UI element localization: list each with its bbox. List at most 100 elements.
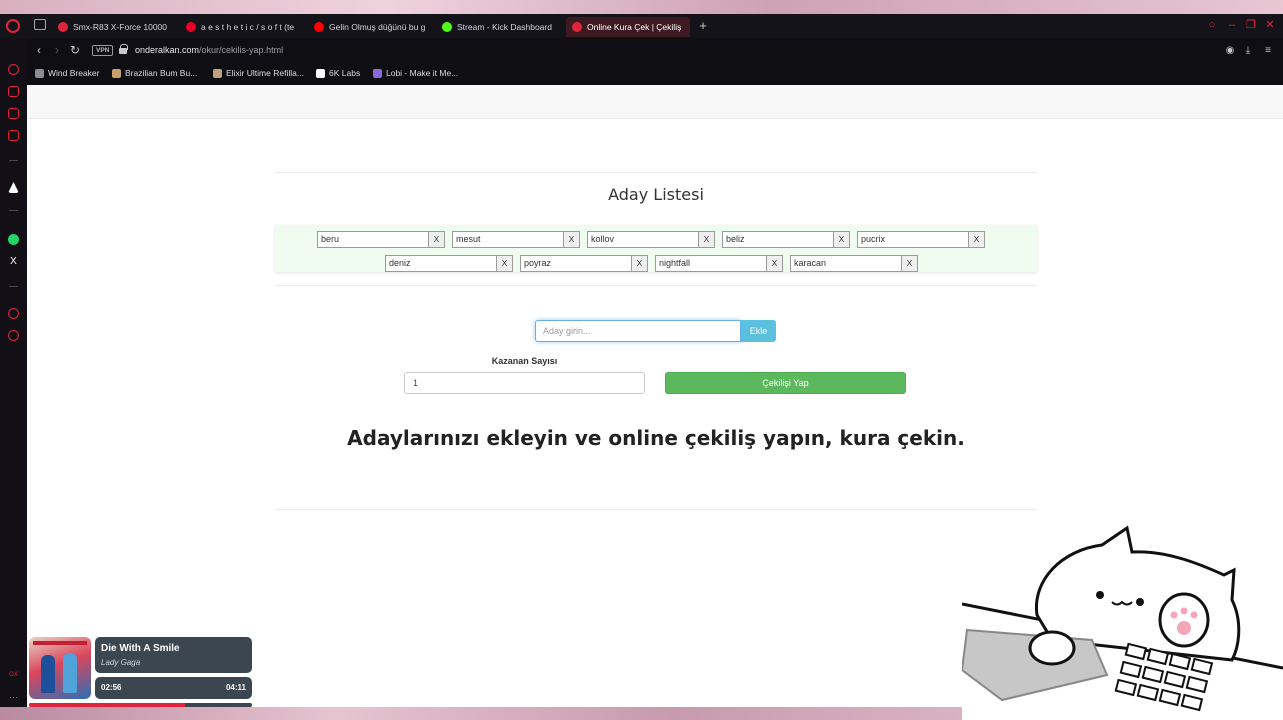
address-bar: ‹ › ↻ VPN onderalkan.com/okur/cekilis-ya… [27,38,1283,64]
candidate-name[interactable]: mesut [452,231,564,248]
candidate-name[interactable]: poyraz [520,255,632,272]
album-cover-figure [63,653,77,693]
bookmark-favicon-icon [35,68,44,78]
whatsapp-icon[interactable] [8,234,19,245]
forward-icon[interactable]: › [49,42,65,58]
candidate-chip: karacan X [790,255,918,272]
tab-kick-dashboard[interactable]: Stream - Kick Dashboard [436,17,560,37]
tab-online-kura-cek[interactable]: Online Kura Çek | Çekiliş [566,17,690,37]
browser-tab-bar: Smx-R83 X-Force 10000 a e s t h e t i c … [0,14,1283,38]
pinterest-icon [186,22,196,32]
candidate-name-input[interactable]: Aday girin... [535,320,741,342]
now-playing-time: 02:56 04:11 [95,677,252,699]
remove-candidate-button[interactable]: X [497,255,513,272]
song-artist: Lady Gaga [101,658,141,667]
messenger-icon[interactable] [8,108,19,119]
candidate-chip: kollov X [587,231,715,248]
search-tabs-icon[interactable]: ○ [1204,17,1220,33]
download-icon[interactable]: ⤓ [1241,44,1255,58]
candidate-name[interactable]: nightfall [655,255,767,272]
close-icon[interactable]: ✕ [1262,17,1278,33]
x-twitter-icon[interactable]: X [8,256,19,267]
bookmark-favicon-icon [373,68,382,78]
sidebar-divider [9,210,18,211]
remove-candidate-button[interactable]: X [969,231,985,248]
gx-icon[interactable]: GX [8,670,19,681]
remove-candidate-button[interactable]: X [564,231,580,248]
current-time: 02:56 [101,683,122,692]
song-progress-fill [29,703,186,707]
tab-title: a e s t h e t i c / s o f t (te [201,22,295,32]
kick-icon [442,22,452,32]
settings-gear-icon[interactable] [8,330,19,341]
draw-button[interactable]: Çekilişi Yap [665,372,906,394]
bookmark-label: 6K Labs [329,68,361,78]
bookmark-favicon-icon [213,68,222,78]
cat-left-paw [1028,630,1076,666]
add-candidate-button[interactable]: Ekle [741,320,776,342]
profile-icon[interactable]: ◉ [1223,44,1237,58]
site-header [27,85,1283,119]
remove-candidate-button[interactable]: X [902,255,918,272]
remove-candidate-button[interactable]: X [632,255,648,272]
tab-pinterest[interactable]: a e s t h e t i c / s o f t (te [180,17,302,37]
bookmark-item[interactable]: Lobi - Make it Me... [373,68,458,78]
candidate-name[interactable]: karacan [790,255,902,272]
remove-candidate-button[interactable]: X [699,231,715,248]
url-field[interactable]: onderalkan.com/okur/cekilis-yap.html [135,45,283,55]
album-cover-lettering [33,641,87,645]
winner-count-input[interactable]: 1 [404,372,645,394]
paw-toe [1180,607,1188,615]
bookmark-item[interactable]: Wind Breaker [35,68,100,78]
divider [275,285,1037,286]
tab-youtube[interactable]: Gelin Olmuş düğünü bu g [308,17,430,37]
new-tab-plus-icon[interactable]: + [695,17,711,35]
remove-candidate-button[interactable]: X [429,231,445,248]
aria-icon[interactable] [8,64,19,75]
bookmark-item[interactable]: Brazilian Bum Bu... [112,68,197,78]
candidate-name[interactable]: pucrix [857,231,969,248]
tab-smx-r83[interactable]: Smx-R83 X-Force 10000 [52,17,174,37]
bookmark-item[interactable]: 6K Labs [316,68,360,78]
back-icon[interactable]: ‹ [31,42,47,58]
lock-icon[interactable] [119,44,128,54]
vpn-badge[interactable]: VPN [92,45,114,56]
bookmark-favicon-icon [316,68,325,78]
divider [275,509,1037,510]
tab-title: Online Kura Çek | Çekiliş [587,22,682,32]
history-icon[interactable] [8,308,19,319]
total-time: 04:11 [225,683,246,692]
tab-menu-icon[interactable] [34,19,46,30]
cat-eye-right [1136,598,1144,606]
minimize-icon[interactable]: – [1224,17,1240,33]
candidate-chip: poyraz X [520,255,648,272]
paw-toe [1170,611,1178,619]
arc-icon[interactable] [8,182,19,193]
opera-logo-icon[interactable] [6,19,20,33]
bookmark-label: Brazilian Bum Bu... [125,68,198,78]
more-icon[interactable]: ··· [8,692,19,703]
bookmark-item[interactable]: Elixir Ultime Refilla... [213,68,304,78]
divider [275,172,1037,173]
candidate-name[interactable]: deniz [385,255,497,272]
page-headline: Adaylarınızı ekleyin ve online çekiliş y… [347,426,965,450]
bookmark-favicon-icon [112,68,121,78]
shopping-icon[interactable] [8,86,19,97]
candidate-list: beru X mesut X kollov X beliz X pucrix X… [275,225,1037,272]
remove-candidate-button[interactable]: X [834,231,850,248]
candidate-chip: pucrix X [857,231,985,248]
candidate-name[interactable]: beru [317,231,429,248]
candidate-name[interactable]: kollov [587,231,699,248]
tab-favicon-icon [58,22,68,32]
bookmarks-bar: Wind Breaker Brazilian Bum Bu... Elixir … [27,64,1283,85]
album-cover [29,637,91,699]
restore-icon[interactable]: ❐ [1243,17,1259,33]
winner-count-label: Kazanan Sayısı [491,356,558,366]
url-host: onderalkan.com [135,45,200,55]
tab-favicon-icon [572,22,582,32]
candidate-name[interactable]: beliz [722,231,834,248]
remove-candidate-button[interactable]: X [767,255,783,272]
menu-icon[interactable]: ≡ [1261,44,1275,58]
instagram-icon[interactable] [8,130,19,141]
reload-icon[interactable]: ↻ [67,42,83,58]
